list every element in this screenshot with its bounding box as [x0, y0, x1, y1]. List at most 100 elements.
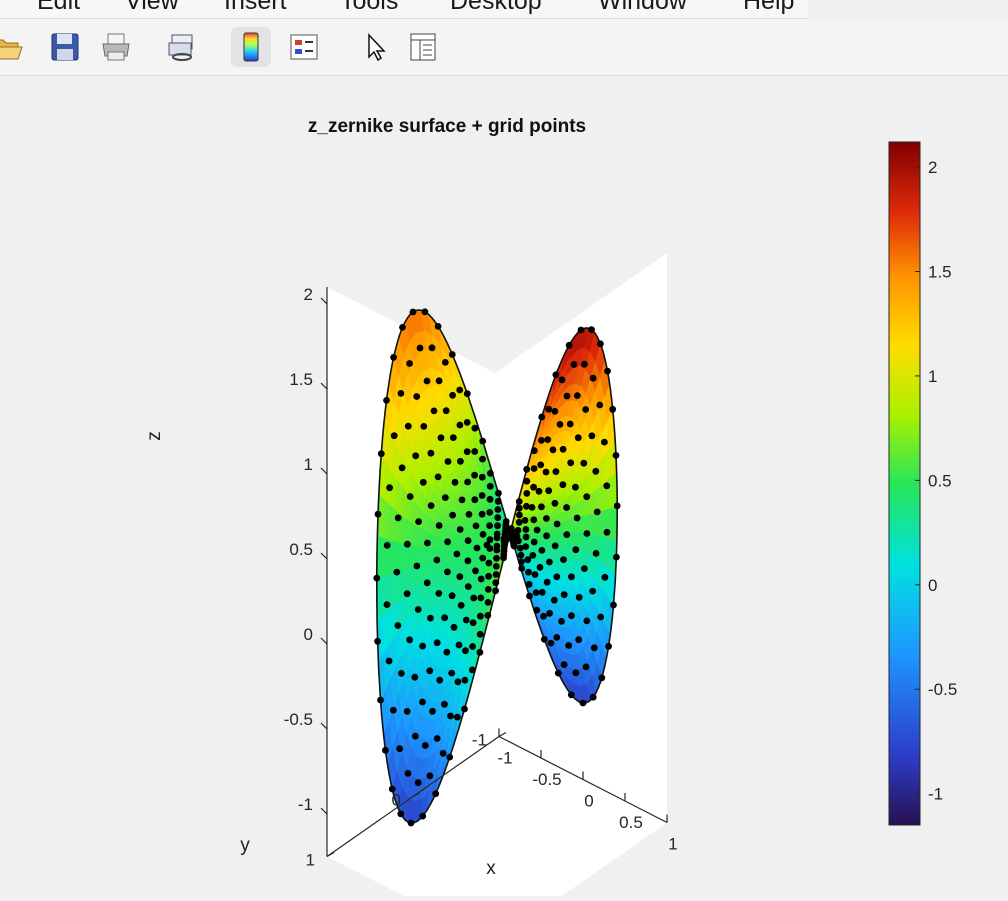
grid-point — [545, 487, 552, 494]
grid-point — [424, 378, 431, 385]
z-tick-label: 2 — [304, 285, 313, 304]
grid-point — [464, 390, 471, 397]
grid-point — [390, 707, 397, 714]
open-file-button[interactable] — [0, 27, 28, 67]
menu-view[interactable]: View — [125, 0, 179, 16]
surface-patch — [600, 536, 607, 565]
grid-point — [537, 564, 544, 571]
surface-patch — [426, 547, 432, 563]
grid-point — [543, 532, 550, 539]
grid-point — [487, 470, 494, 477]
grid-point — [441, 701, 448, 708]
grid-point — [412, 733, 419, 740]
grid-point — [516, 519, 523, 526]
floppy-disk-icon — [49, 31, 81, 63]
grid-point — [523, 478, 530, 485]
grid-point — [540, 613, 547, 620]
y-tick-label: 1 — [306, 851, 315, 870]
grid-point — [530, 484, 537, 491]
grid-point — [559, 376, 566, 383]
grid-point — [477, 595, 484, 602]
link-axes-button[interactable] — [162, 27, 202, 67]
grid-point — [383, 397, 390, 404]
grid-point — [526, 593, 533, 600]
grid-point — [538, 437, 545, 444]
grid-point — [386, 658, 393, 665]
grid-point — [422, 308, 429, 315]
grid-point — [563, 531, 570, 538]
grid-point — [465, 557, 472, 564]
legend-icon — [288, 31, 320, 63]
surface-patch — [568, 519, 574, 532]
menu-window[interactable]: Window — [598, 0, 687, 16]
menu-tools[interactable]: Tools — [340, 0, 398, 16]
grid-point — [447, 713, 454, 720]
grid-point — [557, 421, 564, 428]
surface-patch — [382, 575, 388, 616]
grid-point — [532, 571, 539, 578]
grid-point — [564, 393, 571, 400]
grid-point — [551, 597, 558, 604]
x-tick-label: 0 — [584, 792, 593, 811]
grid-point — [531, 447, 538, 454]
grid-point — [458, 602, 465, 609]
print-button[interactable] — [96, 27, 136, 67]
grid-point — [434, 557, 441, 564]
property-inspector-button[interactable] — [403, 27, 443, 67]
menu-insert[interactable]: Insert — [224, 0, 287, 16]
grid-point — [398, 670, 405, 677]
grid-point — [428, 450, 435, 457]
grid-point — [567, 421, 574, 428]
grid-point — [466, 511, 473, 518]
grid-point — [427, 615, 434, 622]
grid-point — [609, 406, 616, 413]
x-tick-label: -1 — [497, 749, 512, 768]
grid-point — [472, 567, 479, 574]
grid-point — [415, 518, 422, 525]
insert-legend-button[interactable] — [284, 27, 324, 67]
grid-point — [448, 670, 455, 677]
grid-point — [485, 586, 492, 593]
edit-plot-button[interactable] — [355, 27, 395, 67]
grid-point — [436, 377, 443, 384]
grid-point — [434, 639, 441, 646]
surface-patch — [448, 548, 454, 556]
grid-point — [478, 576, 485, 583]
grid-point — [477, 631, 484, 638]
menu-desktop[interactable]: Desktop — [450, 0, 542, 16]
grid-point — [405, 770, 412, 777]
grid-point — [576, 594, 583, 601]
z-tick-mark — [321, 468, 327, 474]
grid-point — [492, 587, 499, 594]
grid-point — [375, 511, 382, 518]
menu-edit[interactable]: Edit — [37, 0, 80, 16]
grid-point — [552, 408, 559, 415]
insert-colorbar-button[interactable] — [231, 27, 271, 67]
grid-point — [523, 490, 530, 497]
grid-point — [374, 638, 381, 645]
colorbar-tick-label: 0 — [928, 576, 937, 595]
grid-point — [546, 559, 553, 566]
surface-patch — [606, 477, 612, 509]
z-tick-label: 1.5 — [289, 370, 313, 389]
grid-point — [427, 772, 434, 779]
grid-point — [495, 498, 502, 505]
chart-svg: -1-0.500.511.52-1-0.500.51-101 -1-0.500.… — [0, 76, 1008, 896]
grid-point — [614, 503, 621, 510]
printer-icon — [100, 31, 132, 63]
save-button[interactable] — [45, 27, 85, 67]
grid-point — [578, 327, 585, 334]
grid-point — [581, 565, 588, 572]
grid-point — [580, 700, 587, 707]
grid-point — [571, 361, 578, 368]
grid-point — [553, 468, 560, 475]
surface-patch — [562, 521, 568, 532]
surface-patch — [442, 549, 448, 559]
folder-open-icon — [0, 31, 24, 63]
colorbar-icon — [235, 31, 267, 63]
menu-help[interactable]: Help — [743, 0, 794, 16]
grid-point — [517, 545, 524, 552]
grid-point — [471, 496, 478, 503]
grid-point — [404, 708, 411, 715]
grid-point — [443, 649, 450, 656]
